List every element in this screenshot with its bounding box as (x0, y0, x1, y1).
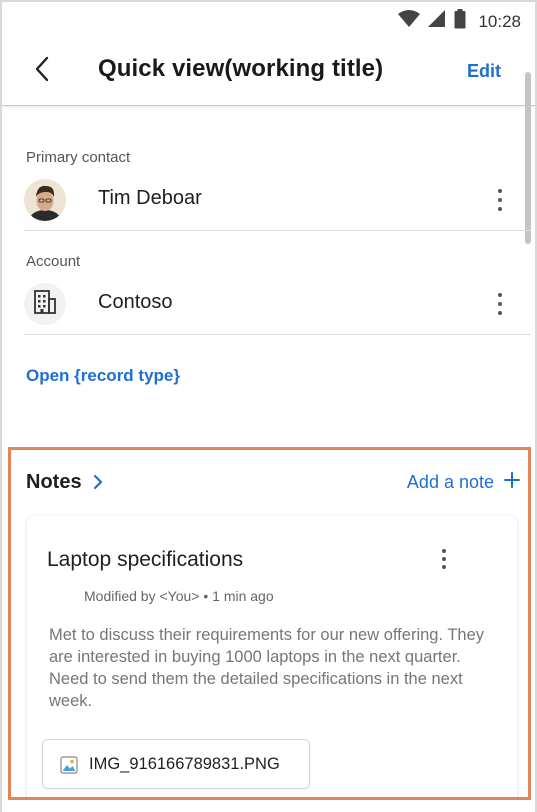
battery-icon (454, 9, 466, 34)
account-label: Account (26, 253, 81, 270)
contact-name: Tim Deboar (98, 187, 202, 209)
page-title: Quick view(working title) (98, 55, 384, 82)
chevron-right-icon[interactable] (93, 474, 103, 495)
attachment-name: IMG_916166789831.PNG (89, 755, 280, 773)
note-meta: Modified by <You> • 1 min ago (84, 588, 274, 604)
open-record-link[interactable]: Open {record type} (26, 366, 180, 386)
contact-more-options-button[interactable] (493, 187, 507, 213)
note-title: Laptop specifications (47, 548, 244, 571)
divider (24, 230, 531, 231)
avatar (24, 179, 66, 221)
status-time: 10:28 (478, 11, 521, 31)
edit-button[interactable]: Edit (467, 61, 501, 82)
image-file-icon (60, 756, 78, 779)
plus-icon (504, 472, 520, 493)
primary-contact-row[interactable]: Tim Deboar (24, 175, 531, 225)
wifi-icon (398, 10, 421, 33)
note-body: Met to discuss their requirements for ou… (49, 626, 485, 710)
add-note-label: Add a note (406, 472, 494, 492)
status-bar: 10:28 (2, 2, 535, 36)
divider (24, 334, 531, 335)
header-bar: Quick view(working title) Edit (2, 36, 535, 106)
cellular-icon (428, 10, 446, 33)
account-row[interactable]: Contoso (24, 279, 531, 329)
account-icon-container (24, 283, 66, 325)
account-more-options-button[interactable] (493, 291, 507, 317)
notes-section: Notes Add a note Laptop specifications M… (8, 447, 531, 800)
add-note-button[interactable]: Add a note (407, 472, 520, 493)
app-frame: 10:28 Quick view(working title) Edit Pri… (0, 0, 537, 812)
primary-contact-label: Primary contact (26, 149, 131, 166)
account-name: Contoso (98, 291, 173, 313)
chevron-left-icon (34, 56, 50, 87)
notes-title[interactable]: Notes (26, 471, 82, 494)
back-button[interactable] (28, 56, 56, 86)
note-card[interactable]: Laptop specifications Modified by <You> … (27, 516, 517, 797)
building-icon (33, 289, 57, 320)
attachment-chip[interactable]: IMG_916166789831.PNG (42, 739, 310, 789)
note-more-options-button[interactable] (437, 547, 451, 571)
